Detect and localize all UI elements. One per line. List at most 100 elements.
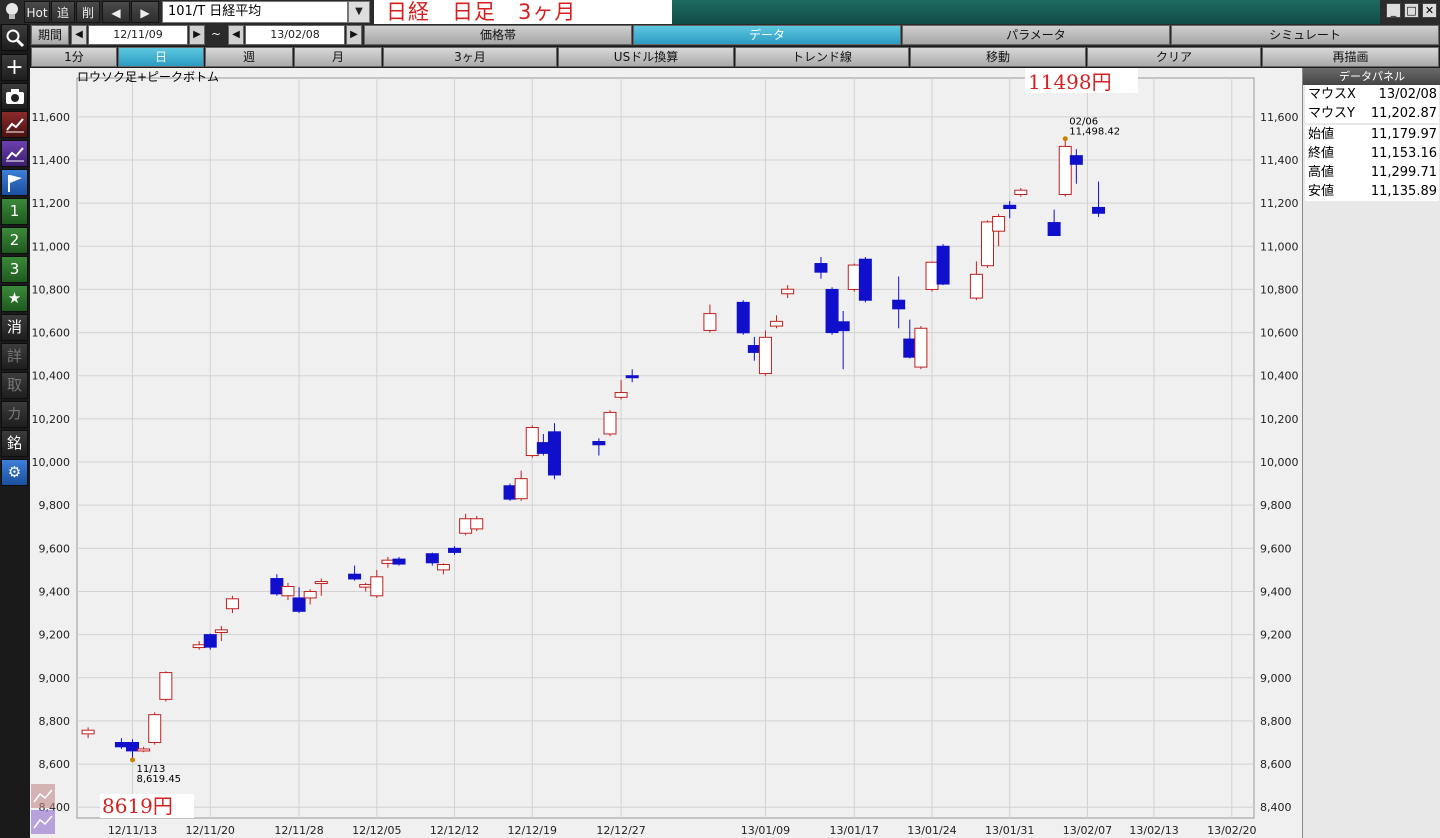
candlestick-chart[interactable]: 8,400 8,600 8,800 9,000 9,200 9,400 9,600 9,800… (30, 68, 1302, 838)
tab-simulate[interactable]: シミュレート (1171, 25, 1439, 45)
tab-data[interactable]: データ (633, 25, 901, 45)
period-to-input[interactable]: 13/02/08 (245, 25, 345, 45)
next-symbol-button[interactable]: ▶ (131, 1, 159, 23)
candle-body (836, 321, 850, 332)
candle-body (858, 258, 872, 301)
stock-button[interactable]: 銘 (1, 430, 28, 457)
erase-button[interactable]: 消 (1, 314, 28, 341)
candle-body (770, 320, 784, 327)
timeframe-daily[interactable]: 日 (118, 47, 204, 67)
period-to-next-button[interactable]: ▶ (346, 25, 362, 45)
candle (914, 326, 928, 370)
y-tick-label-left: 9,000 (39, 672, 71, 685)
candle-body (992, 216, 1006, 232)
period-from-prev-button[interactable]: ◀ (71, 25, 87, 45)
data-row-high: 高値 11,299.71 (1305, 163, 1439, 182)
candle-body (536, 442, 550, 454)
peak-bottom-marker (1062, 136, 1068, 142)
ka-button[interactable]: カ (1, 401, 28, 428)
data-row-open: 始値 11,179.97 (1305, 125, 1439, 144)
data-value: 11,135.89 (1370, 184, 1437, 199)
candle-body (370, 576, 384, 597)
lightbulb-icon[interactable] (1, 1, 23, 23)
hot-button[interactable]: Hot (24, 1, 50, 23)
candle-body (359, 584, 373, 588)
timeframe-1min[interactable]: 1分 (31, 47, 117, 67)
preset-1-button[interactable]: 1 (1, 198, 28, 225)
candle-body (547, 431, 561, 476)
x-tick-label: 12/12/12 (430, 824, 479, 837)
add-button[interactable]: 追 (51, 1, 75, 23)
candle (203, 633, 217, 650)
data-key: 始値 (1308, 127, 1335, 142)
chart-type-purple-button[interactable] (1, 140, 28, 167)
x-tick-label: 12/12/19 (508, 824, 557, 837)
data-value: 11,153.16 (1370, 146, 1437, 161)
candle-body (470, 518, 484, 530)
favorite-button[interactable]: ★ (1, 285, 28, 312)
data-key: マウスX (1308, 87, 1356, 102)
maximize-icon: □ (1406, 4, 1417, 17)
y-tick-label-left: 8,800 (39, 715, 71, 728)
timeframe-3months[interactable]: 3ヶ月 (383, 47, 557, 67)
candle-body (81, 729, 95, 735)
line-chart-icon (5, 147, 25, 167)
timeframe-monthly[interactable]: 月 (294, 47, 382, 67)
candle-body (192, 644, 206, 649)
candle-body (114, 741, 128, 748)
tab-price-zone[interactable]: 価格帯 (364, 25, 632, 45)
symbol-select[interactable]: 101/T 日経平均 (162, 1, 348, 23)
y-tick-label-right: 10,200 (1260, 413, 1299, 426)
y-tick-label-left: 10,800 (32, 283, 71, 296)
prev-symbol-button[interactable]: ◀ (102, 1, 130, 23)
usd-convert-button[interactable]: USドル換算 (558, 47, 734, 67)
x-tick-label: 13/02/20 (1207, 824, 1256, 837)
crosshair-button[interactable]: + (1, 54, 28, 81)
candle-body (625, 375, 639, 379)
move-button[interactable]: 移動 (910, 47, 1086, 67)
redraw-button[interactable]: 再描画 (1262, 47, 1439, 67)
x-tick-label: 13/01/17 (830, 824, 879, 837)
timeframe-weekly[interactable]: 週 (205, 47, 293, 67)
candle-body (392, 558, 406, 565)
maximize-button[interactable]: □ (1404, 3, 1419, 18)
data-panel: データパネル マウスX 13/02/08 マウスY 11,202.87 始値 1… (1302, 68, 1440, 838)
close-button[interactable]: ✕ (1422, 3, 1437, 18)
settings-button[interactable]: ⚙ (1, 459, 28, 486)
line-chart-icon (5, 118, 25, 138)
zoom-button[interactable] (1, 24, 28, 51)
candle-body (892, 299, 906, 310)
period-to-prev-button[interactable]: ◀ (228, 25, 244, 45)
flag-button[interactable] (1, 169, 28, 196)
symbol-dropdown-button[interactable]: ▼ (348, 1, 370, 23)
y-tick-label-left: 9,200 (39, 629, 71, 642)
period-from-input[interactable]: 12/11/09 (88, 25, 188, 45)
bottom-value-label: 8,619.45 (137, 774, 182, 785)
candle-body (448, 547, 462, 553)
minimize-button[interactable]: _ (1386, 3, 1401, 18)
candle-body (603, 411, 617, 435)
candle (825, 287, 839, 335)
period-separator: ~ (210, 27, 222, 41)
preset-3-button[interactable]: 3 (1, 256, 28, 283)
candle-body (225, 598, 239, 610)
data-key: 終値 (1308, 146, 1335, 161)
period-from-next-button[interactable]: ▶ (189, 25, 205, 45)
y-tick-label-left: 11,400 (32, 154, 71, 167)
candle (981, 220, 995, 268)
y-tick-label-right: 11,000 (1260, 240, 1299, 253)
camera-icon (5, 89, 25, 110)
candle-body (303, 590, 317, 599)
peak-value-label: 11,498.42 (1069, 127, 1120, 138)
clear-button[interactable]: クリア (1087, 47, 1261, 67)
detail-button[interactable]: 詳 (1, 343, 28, 370)
preset-2-button[interactable]: 2 (1, 227, 28, 254)
chart-type-red-button[interactable] (1, 111, 28, 138)
screenshot-button[interactable] (1, 83, 28, 110)
tab-parameters[interactable]: パラメータ (902, 25, 1170, 45)
trend-line-button[interactable]: トレンド線 (735, 47, 909, 67)
delete-button[interactable]: 削 (76, 1, 100, 23)
chart-subtitle: ロウソク足+ピークボトム (77, 70, 219, 84)
candle (847, 263, 861, 292)
trade-button[interactable]: 取 (1, 372, 28, 399)
